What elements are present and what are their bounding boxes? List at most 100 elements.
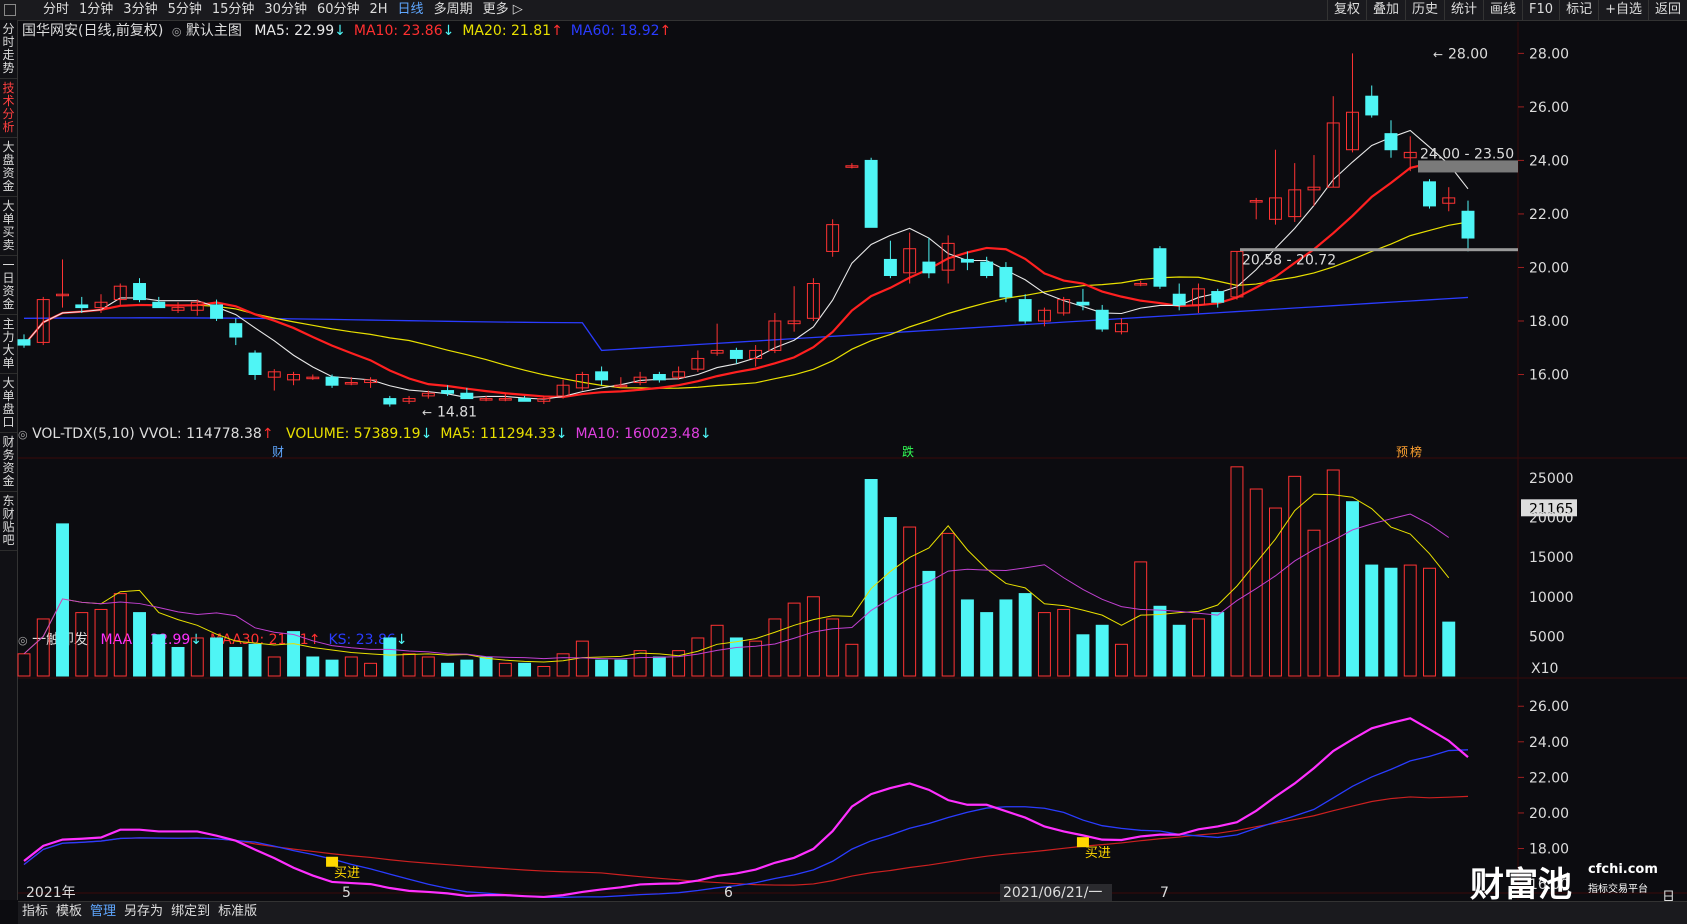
watermark-tagline: 指标交易平台 <box>1588 884 1648 895</box>
candle-body <box>960 258 974 263</box>
candle-body <box>152 301 166 309</box>
watermark: 财富池 <box>1470 857 1572 906</box>
volume-bar <box>267 656 281 677</box>
y-tick-label: 28.00 <box>1529 46 1569 62</box>
candle-body <box>883 258 897 276</box>
low-arrow: ← <box>422 405 432 419</box>
y-tick-label: 22.00 <box>1529 770 1569 786</box>
volume-bar <box>1365 564 1379 677</box>
candle-body <box>325 376 339 386</box>
ks-line <box>23 749 1469 898</box>
event-marker: 预 <box>1396 445 1408 459</box>
candle-body <box>518 398 532 402</box>
volume-bar <box>537 665 551 677</box>
volume-bar <box>633 650 647 677</box>
buy-label: 买进 <box>1085 846 1111 861</box>
bottom-tab[interactable]: 管理 <box>86 902 120 922</box>
volume-bar <box>1191 618 1205 677</box>
low-label: 14.81 <box>437 404 477 420</box>
candle-body <box>922 261 936 274</box>
bottom-tab[interactable]: 指标 <box>18 902 52 922</box>
volume-bar <box>383 637 397 677</box>
bottom-tab[interactable]: 标准版 <box>214 902 261 922</box>
y-tick-label: 16.00 <box>1529 368 1569 384</box>
candle-body <box>999 266 1013 298</box>
volume-bar <box>1076 634 1090 677</box>
event-marker: 榜 <box>1410 444 1422 459</box>
y-tick-label: 24.00 <box>1529 153 1569 169</box>
volume-bar <box>1423 567 1436 677</box>
candle-body <box>1423 181 1436 207</box>
candle-body <box>1461 210 1475 239</box>
volume-bar <box>691 637 705 677</box>
volume-bar <box>479 656 493 677</box>
volume-unit: X10 <box>1531 661 1558 677</box>
candle-body <box>864 159 878 228</box>
chart-canvas[interactable]: 28.00 26.00 24.00 22.00 20.00 18.00 16.00 26.00… <box>0 0 1687 923</box>
volume-bar <box>1288 475 1302 677</box>
volume-bar <box>190 637 204 677</box>
volume-bar <box>460 659 474 677</box>
volume-bar <box>229 646 243 677</box>
vol-ma10-line <box>23 513 1450 660</box>
volume-bar <box>922 570 936 677</box>
candle-body <box>248 352 262 376</box>
volume-bar <box>1230 466 1244 677</box>
volume-bar <box>980 612 994 677</box>
volume-bar <box>1172 624 1186 677</box>
candle-body <box>17 339 31 346</box>
candle-body <box>1076 301 1090 306</box>
y-tick-label: 18.00 <box>1529 314 1569 330</box>
y-tick-label: 24.00 <box>1529 735 1569 751</box>
candle-body <box>1211 291 1225 303</box>
volume-bar <box>806 596 820 677</box>
volume-bar <box>17 653 31 677</box>
candle-body <box>1095 309 1109 330</box>
x-axis-label: 7 <box>1160 885 1169 901</box>
candle-body <box>1153 248 1167 287</box>
volume-bar <box>1018 593 1032 677</box>
high-label: 28.00 <box>1448 46 1488 62</box>
volume-bar <box>518 662 532 677</box>
high-arrow: ← <box>1433 47 1443 61</box>
volume-bar <box>210 637 224 677</box>
volume-bar <box>1211 612 1225 677</box>
y-tick-label: 25000 <box>1529 471 1574 487</box>
bottom-tab[interactable]: 另存为 <box>120 902 167 922</box>
volume-bar <box>903 526 917 677</box>
zone-bottom-label: 20.58 - 20.72 <box>1242 252 1336 268</box>
buy-label: 买进 <box>334 866 360 881</box>
volume-bar <box>941 532 955 677</box>
candle-body <box>652 374 666 381</box>
y-tick-label: 10000 <box>1529 590 1574 606</box>
volume-bar <box>1095 624 1109 677</box>
volume-bar <box>402 653 416 677</box>
volume-bar <box>614 659 628 677</box>
y-tick-label: 18.00 <box>1529 842 1569 858</box>
candle-body <box>1365 95 1379 116</box>
candle-body <box>229 323 243 338</box>
volume-bar <box>94 608 108 677</box>
y-tick-label: 15000 <box>1529 550 1574 566</box>
volume-bar <box>248 643 262 677</box>
zone-top-label: 24.00 - 23.50 <box>1420 146 1514 162</box>
ma10-line <box>23 161 1469 399</box>
volume-bar <box>1403 564 1417 677</box>
volume-bar <box>113 593 127 677</box>
volume-bar <box>1114 643 1128 677</box>
volume-bar <box>595 659 609 677</box>
volume-bar <box>133 612 146 677</box>
candle-body <box>460 392 474 400</box>
event-marker: 财 <box>272 445 284 459</box>
candle-body <box>595 371 609 381</box>
bottom-tab[interactable]: 绑定到 <box>167 902 214 922</box>
candle-body <box>75 304 89 309</box>
volume-bar <box>1346 501 1359 677</box>
volume-bar <box>306 656 320 677</box>
bottom-tab[interactable]: 模板 <box>52 902 86 922</box>
x-axis-label: 5 <box>342 885 351 901</box>
volume-bar <box>652 656 666 677</box>
watermark-site: cfchi.com <box>1588 862 1658 877</box>
volume-bar <box>1057 608 1071 677</box>
bottom-tabs: 指标 模板 管理 另存为 绑定到 标准版 <box>18 901 1687 924</box>
